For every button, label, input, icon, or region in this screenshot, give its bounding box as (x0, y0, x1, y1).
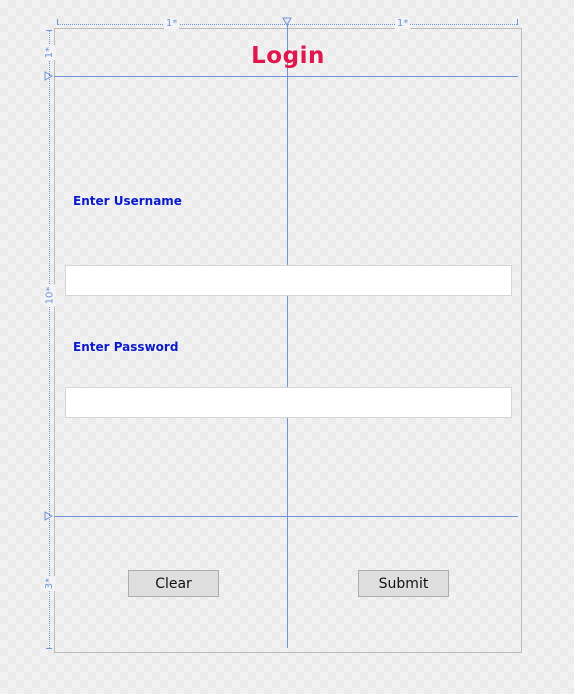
clear-button[interactable]: Clear (128, 570, 219, 597)
column-divider-line (287, 24, 288, 648)
username-label: Enter Username (73, 194, 182, 208)
column-2-width-label: 1* (395, 18, 411, 29)
username-input[interactable] (65, 265, 512, 296)
row-splitter-marker-icon[interactable] (44, 71, 53, 81)
row-divider-line (54, 76, 518, 77)
password-label: Enter Password (73, 340, 179, 354)
ruler-tick (46, 648, 52, 649)
row-splitter-marker-icon[interactable] (44, 511, 53, 521)
ruler-tick (57, 19, 58, 25)
column-1-width-label: 1* (164, 18, 180, 29)
row-2-height-label: 10* (44, 284, 56, 307)
password-input[interactable] (65, 387, 512, 418)
ruler-tick (46, 30, 52, 31)
login-title: Login (251, 43, 325, 69)
row-3-height-label: 3* (44, 575, 56, 592)
submit-button[interactable]: Submit (358, 570, 449, 597)
ruler-tick (517, 19, 518, 25)
row-ruler (49, 30, 50, 648)
row-divider-line (54, 516, 518, 517)
